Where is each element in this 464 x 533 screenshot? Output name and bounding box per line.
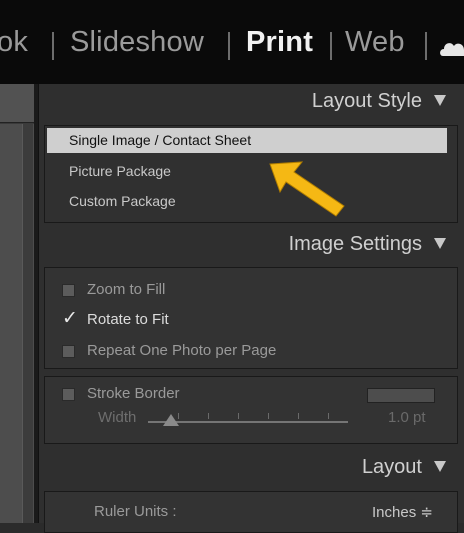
module-separator bbox=[52, 32, 54, 60]
stroke-color-swatch[interactable] bbox=[367, 388, 435, 403]
module-book[interactable]: ok bbox=[0, 26, 28, 59]
slider-tick bbox=[328, 413, 329, 419]
width-label: Width bbox=[98, 409, 137, 426]
slider-tick bbox=[208, 413, 209, 419]
module-slideshow[interactable]: Slideshow bbox=[70, 26, 204, 59]
module-print[interactable]: Print bbox=[246, 26, 313, 59]
layout-style-item-label: Custom Package bbox=[69, 193, 176, 209]
layout-header[interactable]: Layout bbox=[40, 450, 464, 486]
checkbox[interactable] bbox=[62, 345, 75, 358]
layout-title: Layout bbox=[361, 456, 422, 478]
module-web[interactable]: Web bbox=[345, 26, 405, 59]
module-separator bbox=[330, 32, 332, 60]
left-panel-header bbox=[0, 84, 34, 123]
layout-style-item-label: Picture Package bbox=[69, 163, 171, 179]
image-settings-title: Image Settings bbox=[288, 233, 422, 255]
layout-style-single-image[interactable]: Single Image / Contact Sheet bbox=[47, 128, 447, 153]
slider-tick bbox=[298, 413, 299, 419]
layout-style-custom-package[interactable]: Custom Package bbox=[47, 189, 447, 214]
module-picker: ok Slideshow Print Web bbox=[0, 0, 464, 84]
module-separator bbox=[425, 32, 427, 60]
width-value[interactable]: 1.0 pt bbox=[388, 409, 426, 426]
triangle-down-icon[interactable] bbox=[434, 95, 446, 106]
triangle-down-icon[interactable] bbox=[434, 461, 446, 472]
ruler-units-label: Ruler Units : bbox=[94, 503, 177, 520]
left-panel-scrollbar[interactable] bbox=[22, 124, 33, 523]
rotate-to-fit-label: Rotate to Fit bbox=[87, 311, 169, 328]
module-separator bbox=[228, 32, 230, 60]
zoom-to-fill-label: Zoom to Fill bbox=[87, 281, 166, 298]
layout-style-header[interactable]: Layout Style bbox=[40, 84, 464, 120]
layout-style-title: Layout Style bbox=[311, 90, 422, 112]
stroke-border-label: Stroke Border bbox=[87, 385, 180, 402]
arrow-icon bbox=[269, 161, 345, 217]
checkbox[interactable] bbox=[62, 388, 75, 401]
triangle-down-icon[interactable] bbox=[434, 238, 446, 249]
ruler-units-select[interactable]: Inches ≑ bbox=[372, 503, 433, 521]
layout-style-item-label: Single Image / Contact Sheet bbox=[69, 132, 252, 148]
slider-tick bbox=[268, 413, 269, 419]
left-panel bbox=[0, 84, 34, 523]
checkbox[interactable] bbox=[62, 284, 75, 297]
width-slider-thumb[interactable] bbox=[163, 414, 179, 426]
layout-style-picture-package[interactable]: Picture Package bbox=[47, 159, 447, 184]
slider-tick bbox=[238, 413, 239, 419]
checkmark-icon[interactable]: ✓ bbox=[62, 307, 78, 330]
cloud-icon[interactable] bbox=[439, 38, 464, 56]
repeat-one-photo-label: Repeat One Photo per Page bbox=[87, 342, 277, 359]
image-settings-header[interactable]: Image Settings bbox=[40, 227, 464, 263]
layout-style-list: Single Image / Contact Sheet Picture Pac… bbox=[44, 125, 458, 223]
